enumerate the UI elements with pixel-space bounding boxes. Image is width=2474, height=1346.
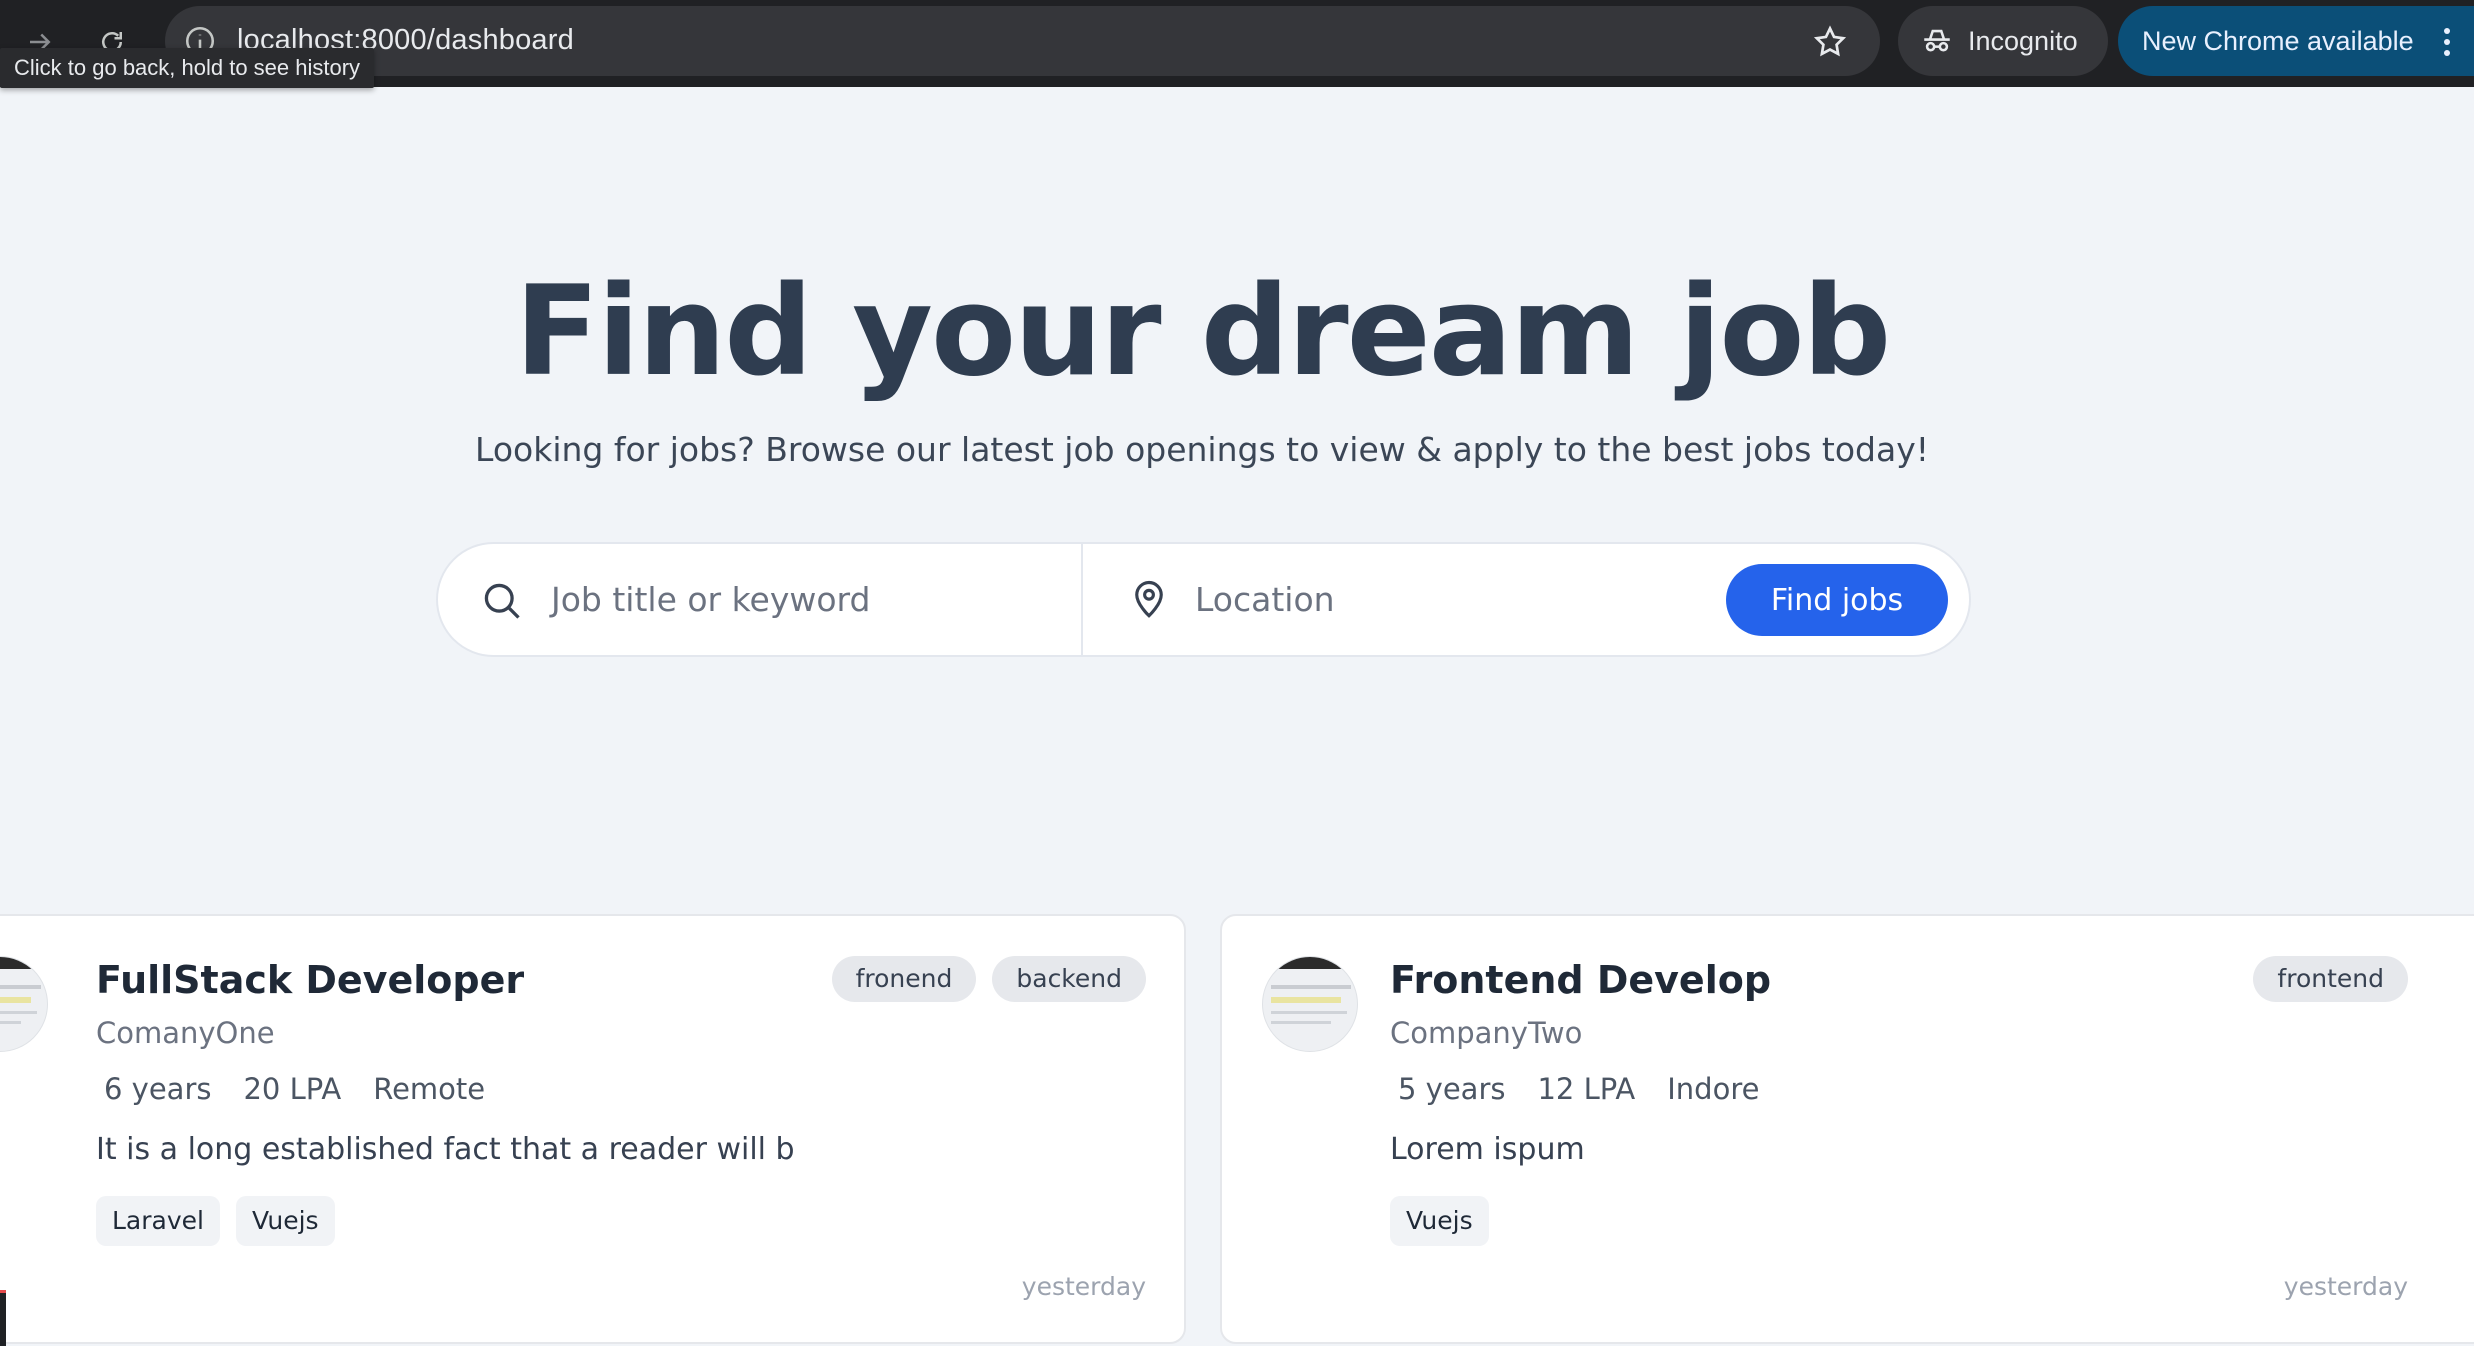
experience: 5 years	[1398, 1072, 1506, 1106]
incognito-label: Incognito	[1968, 25, 2078, 56]
page-title: Find your dream job	[514, 260, 1892, 404]
location-input[interactable]: Location	[1195, 580, 1335, 619]
job-search-bar: Job title or keyword Location Find jobs	[436, 542, 1971, 657]
chrome-update-button[interactable]: New Chrome available	[2118, 6, 2474, 76]
skill-list: Laravel Vuejs	[96, 1196, 335, 1246]
job-location: Indore	[1667, 1072, 1760, 1106]
keyword-field[interactable]: Job title or keyword	[438, 544, 1083, 655]
posted-date: yesterday	[1021, 1272, 1146, 1301]
company-name: ComanyOne	[96, 1016, 275, 1050]
skill-tag: Vuejs	[235, 1196, 335, 1246]
salary: 20 LPA	[243, 1072, 342, 1106]
company-logo	[0, 956, 48, 1052]
job-title[interactable]: Frontend Develop	[1390, 958, 1771, 1002]
bookmark-star-icon[interactable]	[1812, 24, 1848, 60]
incognito-indicator[interactable]: Incognito	[1898, 6, 2108, 76]
job-card[interactable]: Frontend Develop CompanyTwo 5 years 12 L…	[1220, 914, 2474, 1344]
back-button-tooltip: Click to go back, hold to see history	[0, 48, 375, 88]
company-name: CompanyTwo	[1390, 1016, 1583, 1050]
more-menu-icon[interactable]	[2444, 28, 2452, 56]
window-edge-indicator	[0, 1290, 6, 1346]
company-logo	[1262, 956, 1358, 1052]
job-location: Remote	[373, 1072, 486, 1106]
incognito-icon	[1924, 29, 1950, 52]
category-tag[interactable]: frontend	[2253, 956, 2408, 1002]
address-bar[interactable]: localhost:8000/dashboard	[165, 6, 1880, 76]
category-tag[interactable]: fronend	[831, 956, 977, 1002]
skill-tag: Vuejs	[1390, 1196, 1489, 1246]
page-subtitle: Looking for jobs? Browse our latest job …	[475, 430, 1929, 469]
category-tags: frontend	[2253, 956, 2408, 1002]
salary: 12 LPA	[1537, 1072, 1636, 1106]
job-description: Lorem ispum	[1390, 1132, 1585, 1167]
job-title[interactable]: FullStack Developer	[96, 958, 524, 1002]
keyword-input[interactable]: Job title or keyword	[551, 580, 871, 619]
job-card[interactable]: FullStack Developer ComanyOne 6 years 20…	[0, 914, 1186, 1344]
skill-list: Vuejs	[1390, 1196, 1489, 1246]
find-jobs-button[interactable]: Find jobs	[1726, 564, 1948, 636]
map-pin-icon	[1135, 580, 1163, 618]
job-description: It is a long established fact that a rea…	[96, 1132, 795, 1167]
posted-date: yesterday	[2283, 1272, 2408, 1301]
job-meta: 6 years 20 LPA Remote	[104, 1072, 485, 1106]
update-label: New Chrome available	[2142, 25, 2414, 56]
category-tag[interactable]: backend	[992, 956, 1146, 1002]
experience: 6 years	[104, 1072, 212, 1106]
skill-tag: Laravel	[96, 1196, 220, 1246]
search-icon	[484, 583, 520, 619]
job-meta: 5 years 12 LPA Indore	[1398, 1072, 1759, 1106]
category-tags: fronend backend	[831, 956, 1146, 1002]
